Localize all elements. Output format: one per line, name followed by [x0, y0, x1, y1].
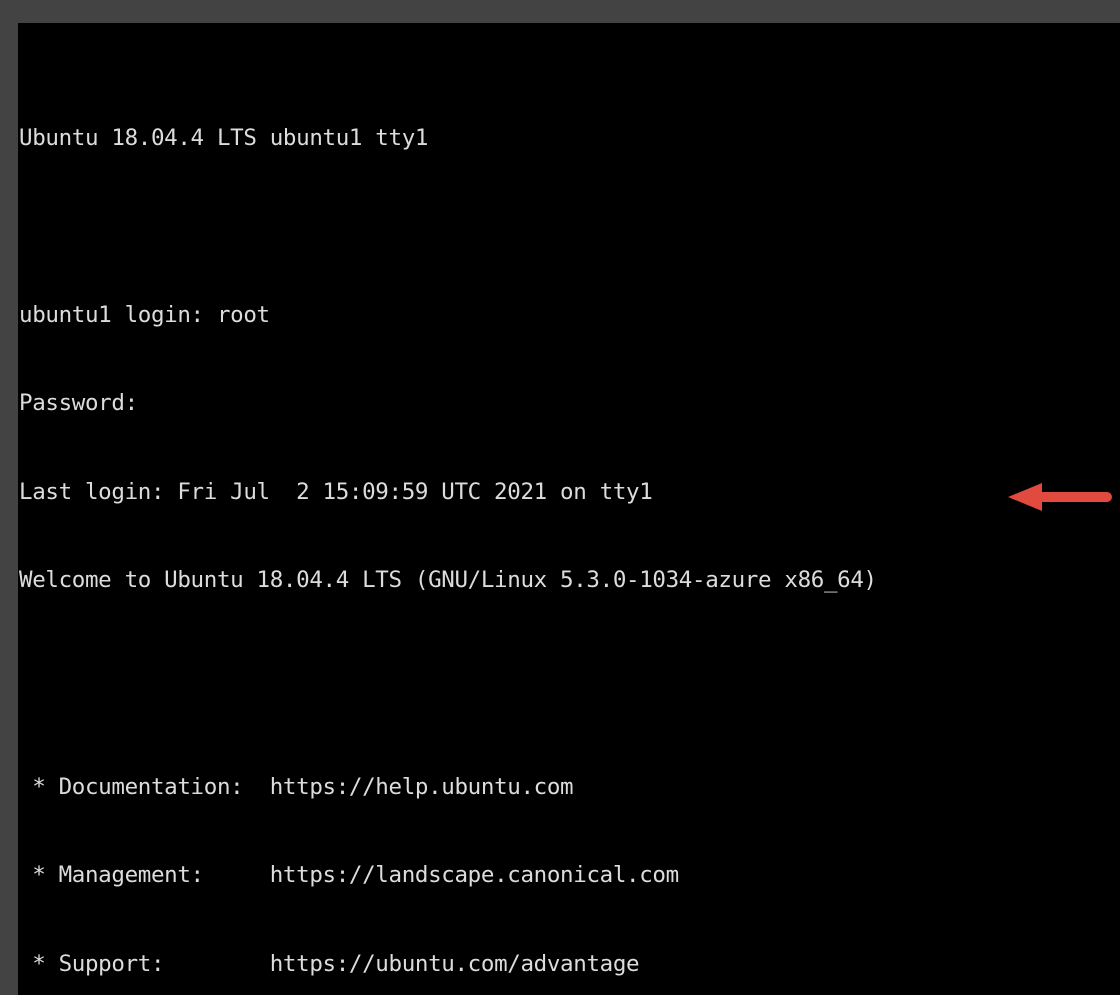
password-prompt-line: Password: [19, 390, 138, 416]
management-url[interactable]: https://landscape.canonical.com [270, 862, 679, 888]
screenshot-root: Ubuntu 18.04.4 LTS ubuntu1 tty1 ubuntu1 … [0, 0, 1120, 995]
terminal-console[interactable]: Ubuntu 18.04.4 LTS ubuntu1 tty1 ubuntu1 … [18, 23, 1120, 995]
terminal-output: Ubuntu 18.04.4 LTS ubuntu1 tty1 ubuntu1 … [19, 35, 1119, 995]
support-url[interactable]: https://ubuntu.com/advantage [270, 951, 640, 977]
documentation-line: * Documentation: https://help.ubuntu.com [19, 773, 1119, 803]
login-prompt-line: ubuntu1 login: root [19, 301, 270, 328]
welcome-line: Welcome to Ubuntu 18.04.4 LTS (GNU/Linux… [19, 567, 877, 593]
banner-line: Ubuntu 18.04.4 LTS ubuntu1 tty1 [19, 124, 429, 151]
management-label: * Management: [19, 862, 270, 888]
support-label: * Support: [19, 950, 270, 977]
documentation-url[interactable]: https://help.ubuntu.com [270, 774, 574, 800]
documentation-label: * Documentation: [19, 773, 270, 800]
support-line: * Support: https://ubuntu.com/advantage [19, 950, 1119, 980]
last-login-line: Last login: Fri Jul 2 15:09:59 UTC 2021 … [19, 478, 653, 505]
management-line: * Management: https://landscape.canonica… [19, 861, 1119, 891]
